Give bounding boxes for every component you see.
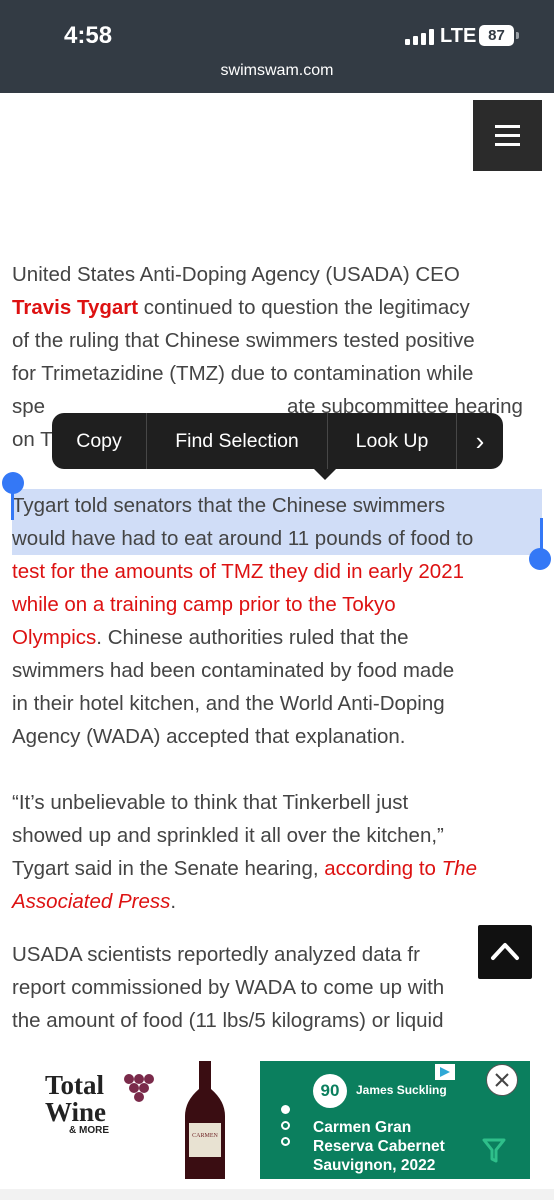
author-link-travis-tygart[interactable]: Travis Tygart: [12, 296, 138, 319]
link-olympics[interactable]: Olympics: [12, 626, 96, 649]
selected-text[interactable]: would have had to eat around 11 pounds o…: [12, 522, 542, 555]
article-line: Associated Press.: [12, 890, 177, 913]
close-icon: [495, 1073, 509, 1087]
hamburger-icon-line: [495, 125, 520, 128]
network-label: LTE: [440, 25, 477, 47]
hamburger-icon-line: [495, 143, 520, 146]
battery-tip: [516, 32, 519, 39]
link-associated-press-cont[interactable]: Associated Press: [12, 890, 170, 913]
ad-close-button[interactable]: [486, 1064, 518, 1096]
selected-text[interactable]: Tygart told senators that the Chinese sw…: [12, 489, 542, 522]
total-wine-logo: Total Wine & MORE: [45, 1070, 109, 1136]
hamburger-icon-line: [495, 134, 520, 137]
article-line: Tygart said in the Senate hearing, accor…: [12, 857, 477, 880]
article-line: report commissioned by WADA to come up w…: [12, 976, 445, 999]
article-line: for Trimetazidine (TMZ) due to contamina…: [12, 362, 474, 385]
article-line: in their hotel kitchen, and the World An…: [12, 692, 445, 715]
menu-pointer: [314, 469, 336, 480]
ad-banner[interactable]: Total Wine & MORE CARMEN 90 James Suckli…: [25, 1061, 530, 1179]
wine-bottle-image: CARMEN: [185, 1061, 225, 1179]
carousel-dot-active[interactable]: [281, 1105, 290, 1114]
cellular-signal-icon: [405, 29, 437, 45]
menu-button[interactable]: [473, 100, 542, 171]
article-line: Tygart told senators that the Chinese sw…: [12, 489, 546, 522]
carousel-dots[interactable]: [281, 1105, 293, 1153]
carousel-dot[interactable]: [281, 1137, 290, 1146]
link-line[interactable]: while on a training camp prior to the To…: [12, 588, 546, 621]
article-line: “It’s unbelievable to think that Tinkerb…: [12, 791, 409, 814]
carousel-dot[interactable]: [281, 1121, 290, 1130]
svg-text:CARMEN: CARMEN: [192, 1133, 218, 1139]
bottom-strip: [0, 1189, 554, 1200]
article-line: USADA scientists reportedly analyzed dat…: [12, 943, 420, 966]
find-selection-menu-item[interactable]: Find Selection: [147, 413, 328, 469]
paragraph-4: USADA scientists reportedly analyzed dat…: [12, 938, 546, 1037]
article-line: the amount of food (11 lbs/5 kilograms) …: [12, 1009, 444, 1032]
filter-funnel-icon[interactable]: [482, 1137, 506, 1165]
chevron-up-icon: [491, 943, 519, 960]
adchoices-icon[interactable]: [435, 1064, 455, 1080]
url-bar[interactable]: swimswam.com: [0, 62, 554, 80]
scroll-to-top-button[interactable]: [478, 925, 532, 979]
selection-end-caret: [540, 518, 543, 552]
paragraph-2: Tygart told senators that the Chinese sw…: [12, 489, 546, 753]
browser-top-bar: 4:58 LTE 87 swimswam.com: [0, 0, 554, 93]
link-associated-press[interactable]: according to The: [324, 857, 477, 880]
article-line: swimmers had been contaminated by food m…: [12, 659, 455, 682]
text-selection-menu: Copy Find Selection Look Up ›: [52, 413, 503, 480]
critic-name: James Suckling: [356, 1083, 447, 1097]
article-line: United States Anti-Doping Agency (USADA)…: [12, 263, 460, 286]
more-options-chevron-icon[interactable]: ›: [457, 413, 503, 469]
status-time: 4:58: [64, 22, 113, 49]
article-line: of the ruling that Chinese swimmers test…: [12, 329, 475, 352]
paragraph-3: “It’s unbelievable to think that Tinkerb…: [12, 786, 546, 918]
article-line: Travis Tygart continued to question the …: [12, 296, 470, 319]
battery-icon: 87: [479, 25, 514, 46]
rating-score-badge: 90: [313, 1074, 347, 1108]
copy-menu-item[interactable]: Copy: [52, 413, 147, 469]
article-line: would have had to eat around 11 pounds o…: [12, 522, 546, 555]
article-line: showed up and sprinkled it all over the …: [12, 824, 444, 847]
selection-start-caret: [11, 490, 14, 520]
look-up-menu-item[interactable]: Look Up: [328, 413, 457, 469]
grapes-icon: [124, 1074, 154, 1102]
wine-name: Carmen Gran Reserva Cabernet Sauvignon, …: [313, 1119, 445, 1174]
selection-end-handle[interactable]: [529, 548, 551, 570]
article-line: Olympics. Chinese authorities ruled that…: [12, 626, 409, 649]
article-line: Agency (WADA) accepted that explanation.: [12, 725, 406, 748]
ad-left-panel: Total Wine & MORE CARMEN: [25, 1061, 285, 1179]
link-line[interactable]: test for the amounts of TMZ they did in …: [12, 555, 546, 588]
